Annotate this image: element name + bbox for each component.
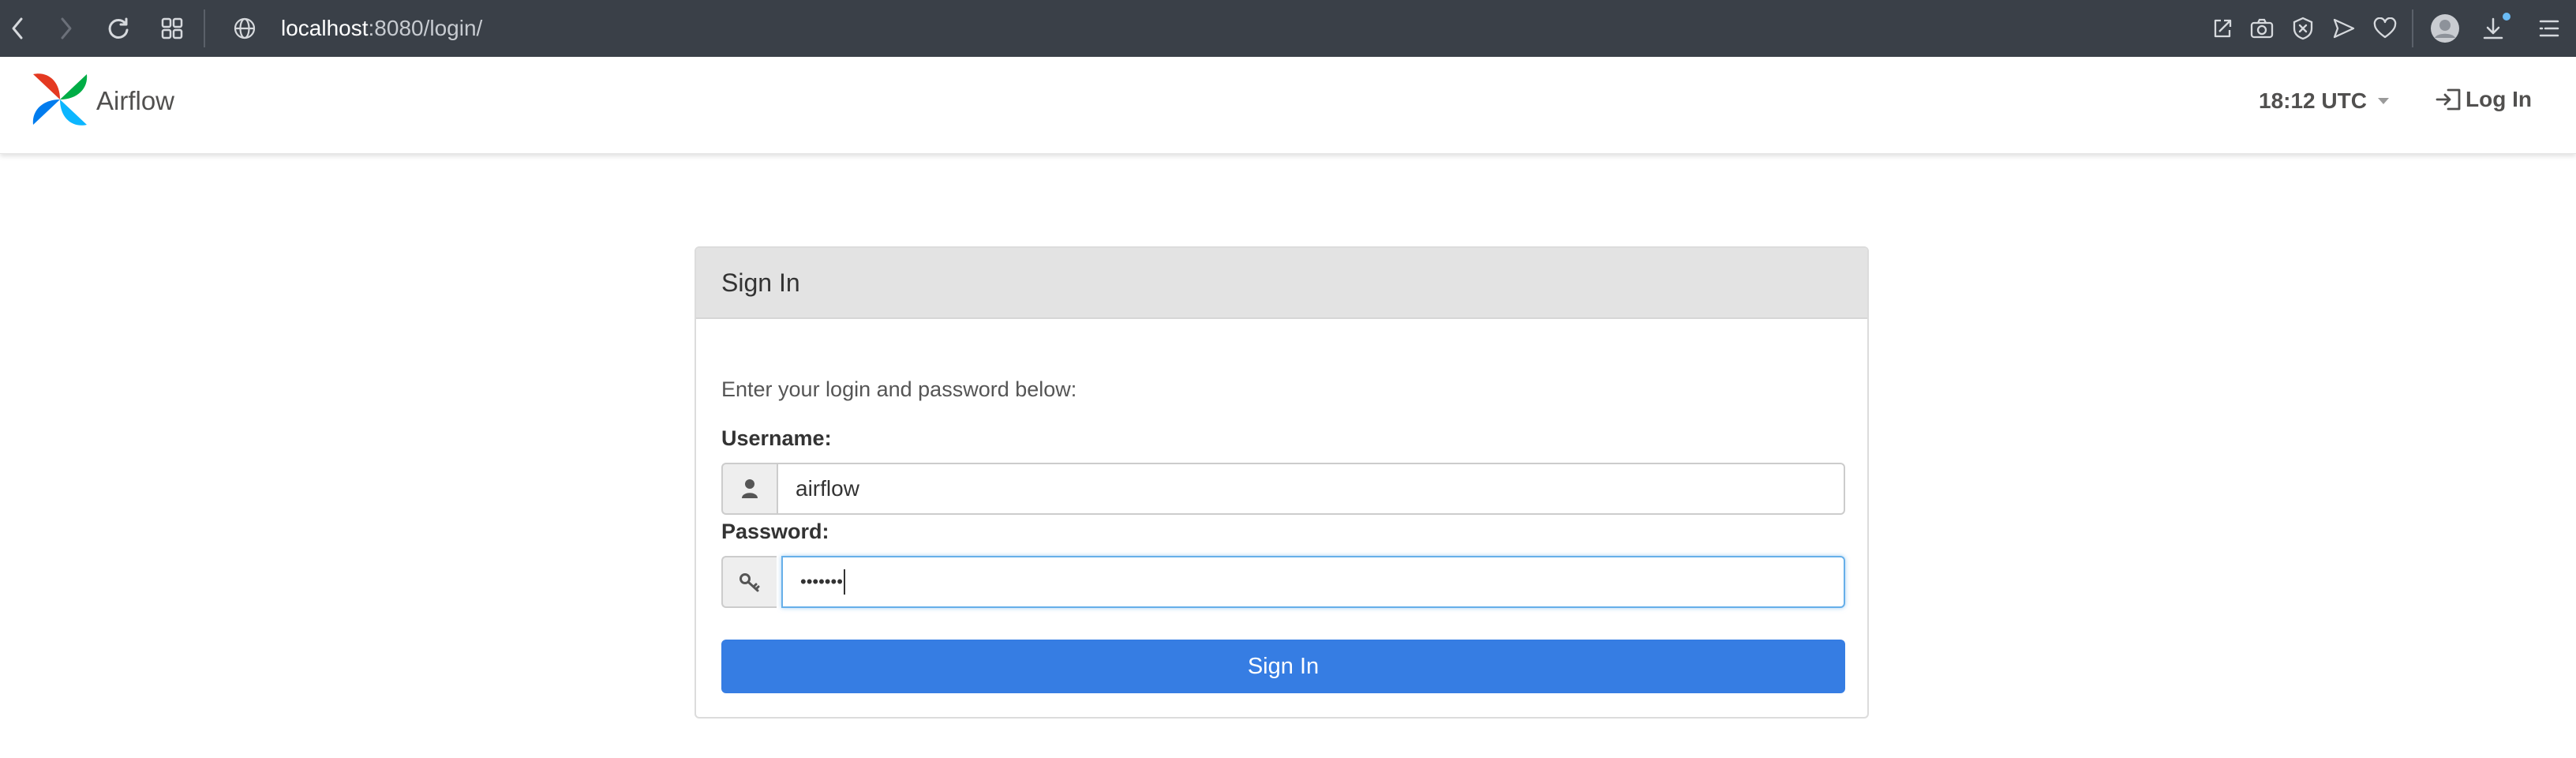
profile-avatar-icon[interactable] <box>2429 11 2461 46</box>
forward-icon[interactable] <box>52 11 80 46</box>
brand-name: Airflow <box>96 86 175 115</box>
caret-down-icon <box>2377 98 2389 104</box>
username-input[interactable] <box>777 463 1845 515</box>
clock-time: 18:12 UTC <box>2259 88 2367 113</box>
address-bar[interactable]: localhost:8080/login/ <box>281 13 482 44</box>
user-icon <box>721 463 777 515</box>
password-group: ••••••• <box>721 556 1845 608</box>
airflow-pinwheel-logo-icon <box>30 69 90 133</box>
reload-icon[interactable] <box>103 11 134 46</box>
shield-x-icon[interactable] <box>2289 11 2317 46</box>
tabs-grid-icon[interactable] <box>156 11 188 46</box>
login-label: Log In <box>2466 87 2532 111</box>
heart-icon[interactable] <box>2371 11 2399 46</box>
login-link[interactable]: Log In <box>2434 87 2532 112</box>
panel-title: Sign In <box>696 248 1867 319</box>
downloads-icon[interactable] <box>2480 11 2511 46</box>
app-navbar: Airflow 18:12 UTC Log In <box>0 57 2576 154</box>
key-icon <box>721 556 777 608</box>
password-mask: ••••••• <box>800 572 843 591</box>
sign-in-icon <box>2434 87 2462 112</box>
password-input[interactable]: ••••••• <box>781 556 1845 608</box>
browser-toolbar: localhost:8080/login/ <box>0 0 2576 57</box>
back-icon[interactable] <box>3 11 32 46</box>
sign-in-button[interactable]: Sign In <box>721 640 1845 693</box>
url-path: :8080/login/ <box>368 16 483 40</box>
utc-clock-dropdown[interactable]: 18:12 UTC <box>2259 88 2389 114</box>
instructions-text: Enter your login and password below: <box>721 377 1077 401</box>
url-host: localhost <box>281 16 369 40</box>
globe-icon <box>229 11 260 46</box>
sign-in-panel: Sign In Enter your login and password be… <box>695 246 1869 719</box>
password-label: Password: <box>721 520 829 543</box>
brand-home-link[interactable]: Airflow <box>30 71 174 131</box>
send-icon[interactable] <box>2330 11 2358 46</box>
camera-icon[interactable] <box>2248 11 2276 46</box>
menu-icon[interactable] <box>2533 11 2565 46</box>
share-icon[interactable] <box>2208 11 2237 46</box>
username-group <box>721 463 1845 515</box>
username-label: Username: <box>721 426 832 450</box>
text-caret <box>843 569 845 595</box>
